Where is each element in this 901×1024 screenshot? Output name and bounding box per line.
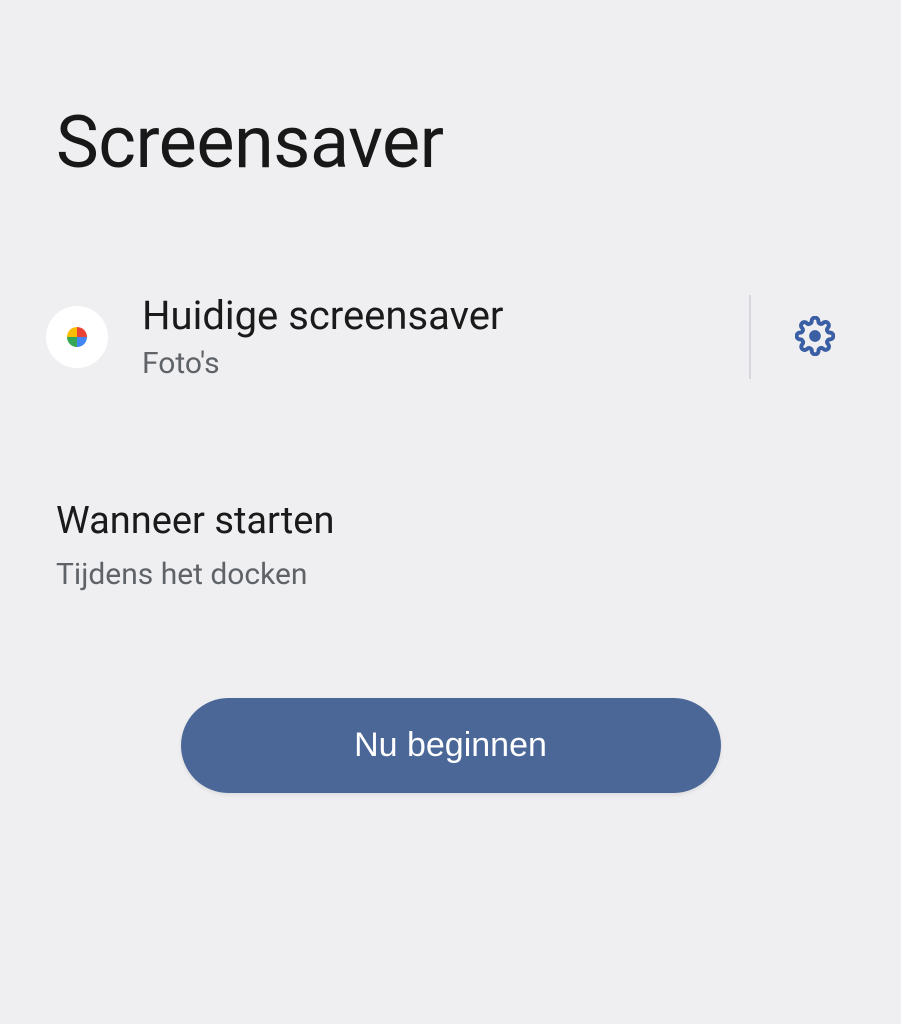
current-screensaver-row[interactable]: Huidige screensaver Foto's <box>0 295 901 379</box>
current-screensaver-title: Huidige screensaver <box>142 294 715 338</box>
current-screensaver-labels: Huidige screensaver Foto's <box>142 294 715 381</box>
when-to-start-value: Tijdens het docken <box>56 557 845 592</box>
screensaver-settings-button[interactable] <box>785 307 845 367</box>
vertical-divider <box>749 295 751 379</box>
start-now-button[interactable]: Nu beginnen <box>181 698 721 793</box>
when-to-start-row[interactable]: Wanneer starten Tijdens het docken <box>0 499 901 592</box>
google-photos-icon <box>46 306 108 368</box>
gear-icon <box>795 316 835 359</box>
current-screensaver-value: Foto's <box>142 346 715 381</box>
when-to-start-title: Wanneer starten <box>56 499 845 543</box>
page-title: Screensaver <box>0 0 901 185</box>
